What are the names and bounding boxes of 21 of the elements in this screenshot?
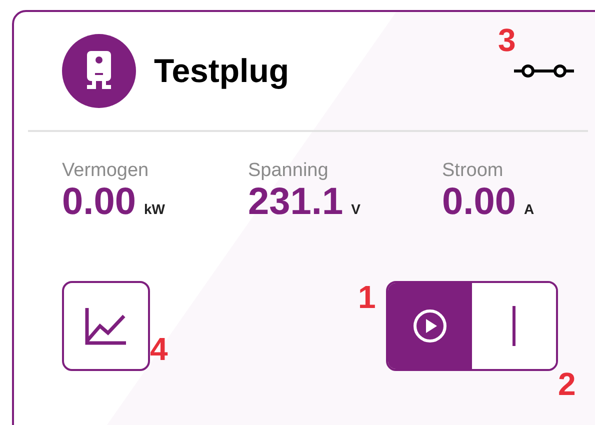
device-title: Testplug bbox=[154, 52, 290, 90]
metric-unit: kW bbox=[144, 201, 165, 217]
mode-segment[interactable] bbox=[472, 282, 556, 369]
callout-number: 1 bbox=[358, 281, 376, 313]
metric-label: Spanning bbox=[248, 160, 330, 182]
metric-value: 0.00 bbox=[442, 182, 516, 224]
metric-label: Stroom bbox=[442, 160, 504, 182]
chart-button[interactable] bbox=[62, 280, 150, 371]
metric-label: Vermogen bbox=[62, 160, 150, 182]
metric-value: 0.00 bbox=[62, 182, 136, 224]
metric-value: 231.1 bbox=[248, 182, 344, 224]
power-on-icon bbox=[511, 306, 517, 346]
metric-unit: A bbox=[524, 201, 534, 217]
play-circle-icon bbox=[412, 308, 448, 344]
connection-icon[interactable] bbox=[514, 64, 574, 78]
callout-number: 2 bbox=[558, 368, 576, 400]
callout-number: 4 bbox=[150, 333, 168, 365]
metric-unit: V bbox=[351, 201, 360, 217]
mode-segment[interactable] bbox=[388, 282, 472, 369]
callout-number: 3 bbox=[498, 24, 516, 56]
line-chart-icon bbox=[84, 306, 128, 346]
